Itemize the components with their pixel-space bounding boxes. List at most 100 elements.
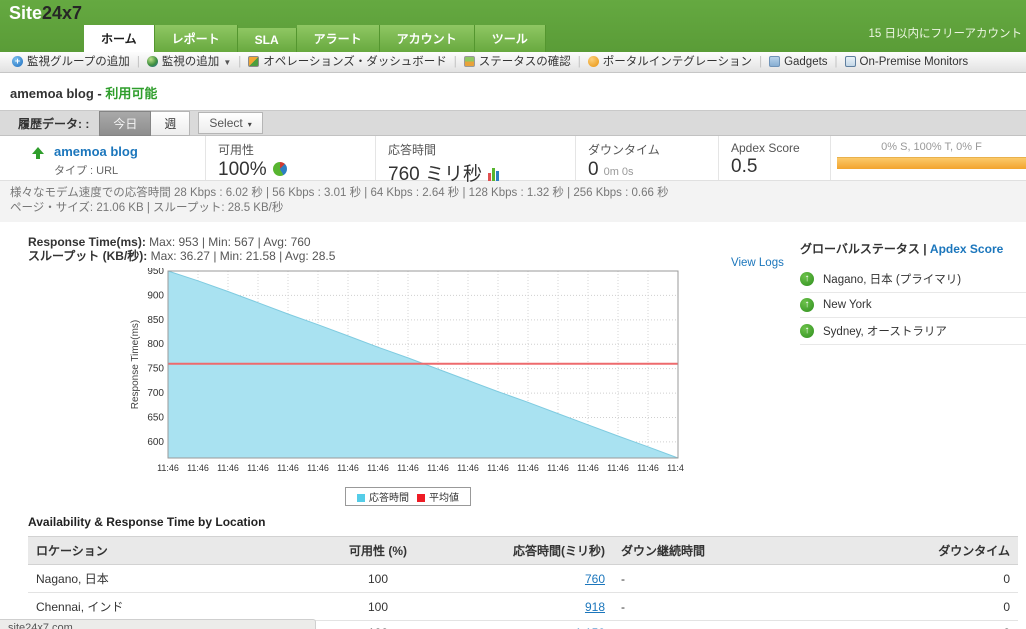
nav-tabs: ホームレポートSLAアラートアカウントツール (84, 25, 546, 52)
downtime-value: 0 (588, 159, 599, 180)
chart-section: Response Time(ms): Max: 953 | Min: 567 |… (0, 235, 1026, 515)
table-row: Chennai, インド100918-0 (28, 593, 1018, 621)
tab-2[interactable]: レポート (155, 25, 238, 52)
svg-text:11:46: 11:46 (547, 463, 569, 473)
location-status-item[interactable]: Nagano, 日本 (プライマリ) (800, 266, 1026, 293)
site24x7-logo[interactable]: Site24x7 (9, 3, 82, 24)
throughput-stats-label: スループット (KB/秒): (28, 249, 147, 263)
column-header-4: ダウン継続時間 (613, 537, 818, 565)
svg-text:11:46: 11:46 (157, 463, 179, 473)
svg-text:11:46: 11:46 (367, 463, 389, 473)
down-duration-cell: - (613, 593, 818, 621)
svg-text:11:46: 11:46 (667, 463, 684, 473)
toolbar-separator: | (454, 56, 457, 68)
chart-legend: 応答時間平均値 (128, 487, 688, 506)
location-cell: Chennai, インド (28, 593, 303, 621)
bar-chart-icon[interactable] (488, 168, 499, 181)
toolbar-item-6[interactable]: Gadgets (769, 52, 827, 72)
tab-3[interactable]: SLA (238, 28, 297, 52)
pie-chart-icon[interactable] (273, 162, 287, 176)
monitor-name-link[interactable]: amemoa blog (54, 144, 138, 159)
today-button[interactable]: 今日 (99, 111, 151, 136)
legend-item: 応答時間 (357, 493, 409, 504)
toolbar-item-3[interactable]: オペレーションズ・ダッシュボード (248, 52, 447, 72)
tab-1[interactable]: ホーム (84, 25, 155, 52)
page-title: amemoa blog - 利用可能 (0, 73, 1026, 110)
status-up-icon (800, 272, 814, 286)
monitor-icon (845, 56, 856, 67)
legend-swatch (417, 494, 425, 502)
monitor-cell: amemoa blog タイプ : URL (0, 136, 205, 180)
svg-text:11:46: 11:46 (397, 463, 419, 473)
legend-label: 応答時間 (369, 493, 409, 504)
globe-icon (147, 56, 158, 67)
toolbar-separator: | (578, 56, 581, 68)
table-header: ロケーション可用性 (%)応答時間(ミリ秒)ダウン継続時間ダウンタイム (28, 537, 1018, 565)
tab-5[interactable]: アカウント (380, 25, 475, 52)
app-header: Site24x7 15 日以内にフリーアカウント ホームレポートSLAアラートア… (0, 0, 1026, 52)
availability-label: 可用性 (218, 141, 375, 158)
table-row: Nagano, 日本100760-0 (28, 565, 1018, 593)
svg-text:850: 850 (147, 315, 164, 326)
location-status-item[interactable]: Sydney, オーストラリア (800, 318, 1026, 345)
apdex-label: Apdex Score (731, 141, 830, 155)
svg-text:650: 650 (147, 412, 164, 423)
toolbar-item-2[interactable]: 監視の追加▼ (147, 52, 231, 73)
history-bar: 履歴データ: : 今日 週 Select▾ (0, 110, 1026, 136)
response-stats-label: Response Time(ms): (28, 235, 146, 249)
up-arrow-icon (32, 147, 44, 160)
toolbar-item-7[interactable]: On-Premise Monitors (845, 52, 969, 72)
downtime-cell: ダウンタイム 00m 0s (575, 136, 718, 180)
toolbar-item-4[interactable]: ステータスの確認 (464, 52, 571, 72)
svg-text:900: 900 (147, 290, 164, 301)
table-title: Availability & Response Time by Location (28, 515, 1026, 529)
title-separator: - (94, 86, 106, 101)
response-time-cell: 918 (453, 593, 613, 621)
svg-text:800: 800 (147, 339, 164, 350)
toolbar-separator: | (238, 56, 241, 68)
apdex-value: 0.5 (731, 156, 830, 178)
toolbar-separator: | (137, 56, 140, 68)
location-table: ロケーション可用性 (%)応答時間(ミリ秒)ダウン継続時間ダウンタイム Naga… (28, 536, 1018, 629)
toolbar-separator: | (835, 56, 838, 68)
toolbar-item-label: Gadgets (784, 56, 827, 68)
chart-canvas: 60065070075080085090095011:4611:4611:461… (128, 268, 684, 482)
column-header-5: ダウンタイム (818, 537, 1018, 565)
chevron-down-icon: ▾ (248, 120, 252, 129)
view-logs-link[interactable]: View Logs (731, 257, 784, 269)
availability-cell: 100 (303, 593, 453, 621)
column-header-3: 応答時間(ミリ秒) (453, 537, 613, 565)
apdex-score-link[interactable]: Apdex Score (930, 242, 1003, 256)
location-cell: Nagano, 日本 (28, 565, 303, 593)
svg-text:11:46: 11:46 (217, 463, 239, 473)
toolbar-item-1[interactable]: 監視グループの追加 (12, 52, 130, 72)
tab-4[interactable]: アラート (297, 25, 380, 52)
svg-text:750: 750 (147, 364, 164, 375)
legend-item: 平均値 (417, 493, 459, 504)
location-status-label: Nagano, 日本 (プライマリ) (823, 271, 961, 287)
response-time-cell: 1,150 (453, 621, 613, 629)
availability-status: 利用可能 (105, 86, 157, 101)
svg-text:700: 700 (147, 388, 164, 399)
toolbar-item-label: On-Premise Monitors (860, 56, 969, 68)
downtime-duration: 0m 0s (604, 166, 634, 178)
response-time-link[interactable]: 918 (585, 600, 605, 614)
response-time-cell: 760 (453, 565, 613, 593)
down-duration-cell: - (613, 565, 818, 593)
tab-6[interactable]: ツール (475, 25, 546, 52)
toolbar-item-5[interactable]: ポータルインテグレーション (588, 52, 752, 72)
summary-stats-row: amemoa blog タイプ : URL 可用性 100% 応答時間 760 … (0, 136, 1026, 181)
toolbar: 監視グループの追加 | 監視の追加▼ | オペレーションズ・ダッシュボード | ステータスの… (0, 52, 1026, 73)
svg-text:11:46: 11:46 (577, 463, 599, 473)
svg-text:Response Time(ms): Response Time(ms) (130, 320, 141, 409)
response-time-link[interactable]: 760 (585, 572, 605, 586)
response-time-value: 760 ミリ秒 (388, 164, 482, 185)
select-dropdown[interactable]: Select▾ (198, 112, 262, 134)
status-check-icon (464, 56, 475, 67)
logo-24x7: 24x7 (42, 3, 82, 23)
downtime-cell: 0 (818, 565, 1018, 593)
apdex-cell: Apdex Score 0.5 (718, 136, 830, 180)
toolbar-item-label: ポータルインテグレーション (603, 56, 752, 68)
location-status-item[interactable]: New York (800, 293, 1026, 318)
week-button[interactable]: 週 (151, 111, 190, 136)
